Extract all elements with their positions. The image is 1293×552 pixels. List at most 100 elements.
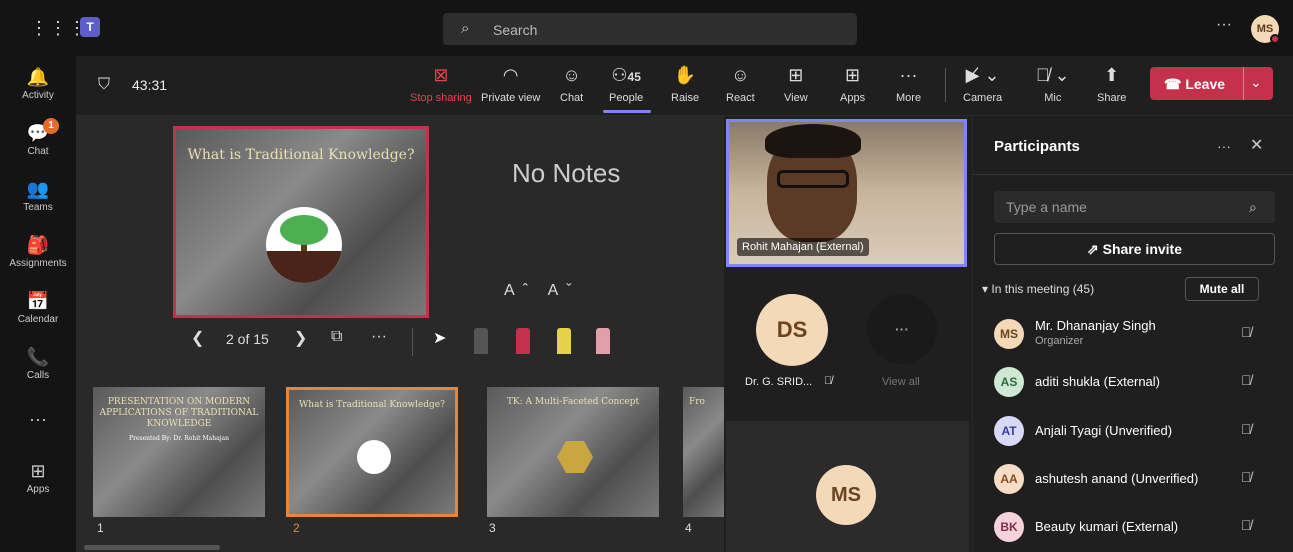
section-label: In this meeting (45): [991, 282, 1095, 296]
rail-label: Teams: [23, 202, 53, 213]
participant-avatar: BK: [994, 512, 1024, 542]
participant-avatar[interactable]: DS: [756, 294, 828, 366]
grid-icon: ⊞: [788, 65, 804, 85]
mic-off-icon[interactable]: 🎙̸: [1241, 372, 1252, 388]
rail-calls[interactable]: 📞 Calls: [0, 346, 76, 381]
participant-video-hair: [765, 124, 861, 158]
raise-hand-button[interactable]: ✋ Raise: [671, 64, 699, 104]
share-icon: ⬆: [1104, 65, 1120, 85]
font-size-controls[interactable]: Aˆ Aˇ: [504, 282, 580, 300]
rail-calendar[interactable]: 📅 Calendar: [0, 290, 76, 325]
chat-icon: ☺: [562, 65, 581, 85]
rail-chat[interactable]: 💬 1 Chat: [0, 118, 76, 157]
view-all-avatar[interactable]: ···: [867, 294, 937, 364]
tree-logo: [266, 207, 342, 283]
camera-off-icon: ▶̸ ⌄: [965, 65, 1000, 85]
control-label: Camera: [963, 92, 1003, 104]
highlighter-icon[interactable]: [557, 328, 571, 354]
title-bar: ⋮⋮⋮ T ⌕ Search ··· MS: [0, 0, 1293, 56]
participant-video-glasses: [777, 170, 849, 188]
control-label: Chat: [560, 92, 584, 104]
grid-view-icon[interactable]: ⧉: [331, 328, 342, 346]
participant-row[interactable]: MS Mr. Dhananjay Singh Organizer 🎙̸: [994, 312, 1286, 356]
more-icon: ···: [899, 65, 918, 85]
self-video-tile[interactable]: MS: [726, 421, 969, 552]
eraser-pen-icon[interactable]: [474, 328, 488, 354]
chat-icon: 💬: [26, 123, 50, 143]
camera-button[interactable]: ▶̸ ⌄ Camera: [963, 64, 1002, 104]
participant-role: Organizer: [1035, 335, 1084, 347]
participant-avatar: MS: [994, 319, 1024, 349]
slide-thumbnail[interactable]: TK: A Multi-Faceted Concept: [487, 387, 659, 517]
mute-all-button[interactable]: Mute all: [1185, 277, 1259, 301]
view-all-link[interactable]: View all: [882, 376, 920, 388]
rail-more[interactable]: ···: [0, 408, 76, 430]
smiley-icon: ☺: [731, 65, 750, 85]
share-button[interactable]: ⬆ Share: [1097, 64, 1126, 104]
user-initials: MS: [1256, 23, 1274, 35]
react-button[interactable]: ☺ React: [726, 64, 755, 104]
chat-button[interactable]: ☺ Chat: [560, 64, 583, 104]
red-pen-icon[interactable]: [516, 328, 530, 354]
search-icon: ⌕: [1249, 199, 1257, 215]
private-view-button[interactable]: ◠ Private view: [481, 64, 540, 104]
participant-row[interactable]: BK Beauty kumari (External) 🎙̸: [994, 505, 1286, 549]
stop-sharing-button[interactable]: ⊠ Stop sharing: [410, 64, 472, 104]
view-button[interactable]: ⊞ View: [784, 64, 808, 104]
shield-icon: ⛉: [98, 76, 111, 93]
participant-row[interactable]: AA ashutesh anand (Unverified) 🎙̸: [994, 457, 1286, 501]
leave-button[interactable]: ☎ Leave ⌄: [1150, 67, 1273, 100]
search-box[interactable]: ⌕ Search: [443, 13, 857, 45]
previous-slide-icon[interactable]: ❮: [191, 328, 204, 348]
stop-sharing-icon: ⊠: [433, 65, 449, 85]
thumbnail-scrollbar[interactable]: [84, 545, 220, 550]
eraser-icon[interactable]: [596, 328, 610, 354]
in-meeting-section-toggle[interactable]: ▾ In this meeting (45): [982, 282, 1094, 296]
meeting-timer: 43:31: [132, 77, 168, 93]
mic-off-icon[interactable]: 🎙̸: [1241, 421, 1252, 437]
rail-label: Calls: [26, 370, 50, 381]
eye-icon: ◠: [502, 65, 519, 85]
mic-button[interactable]: 🎙̸ ⌄ Mic: [1036, 64, 1070, 104]
rail-label: Apps: [26, 484, 50, 495]
speaker-notes: No Notes: [512, 158, 621, 188]
mic-off-icon[interactable]: 🎙̸: [1241, 324, 1252, 340]
apps-icon: ⊞: [30, 461, 46, 481]
pointer-icon[interactable]: ➤: [433, 328, 446, 348]
more-button[interactable]: ··· More: [896, 64, 921, 104]
next-slide-icon[interactable]: ❯: [294, 328, 307, 348]
slide-thumbnail-selected[interactable]: What is Traditional Knowledge?: [286, 387, 458, 517]
apps-button[interactable]: ⊞ Apps: [840, 64, 865, 104]
slide-position: 2 of 15: [226, 331, 269, 347]
mic-off-icon[interactable]: 🎙̸: [1241, 469, 1252, 485]
participant-row[interactable]: AS aditi shukla (External) 🎙̸: [994, 360, 1286, 404]
close-icon[interactable]: ✕: [1250, 135, 1263, 155]
participant-row[interactable]: AT Anjali Tyagi (Unverified) 🎙̸: [994, 409, 1286, 453]
app-launcher-icon[interactable]: ⋮⋮⋮: [30, 18, 87, 39]
people-button[interactable]: ⚇45 People: [609, 64, 643, 104]
control-label: View: [784, 92, 808, 104]
mic-off-icon: 🎙̸ ⌄: [1036, 65, 1070, 85]
thumbnail-subtitle: Presented By: Dr. Rohit Mahajan: [129, 435, 229, 442]
chevron-down-icon[interactable]: ⌄: [1250, 74, 1262, 91]
active-tab-indicator: [603, 110, 651, 113]
mic-off-icon: 🎙̸: [824, 375, 833, 387]
participant-avatar: AT: [994, 416, 1024, 446]
slide-thumbnail[interactable]: PRESENTATION ON MODERN APPLICATIONS OF T…: [93, 387, 265, 517]
caret-down-icon: ▾: [982, 282, 992, 296]
more-options-icon[interactable]: ···: [371, 328, 387, 346]
rail-teams[interactable]: 👥 Teams: [0, 178, 76, 213]
share-invite-button[interactable]: ⇗ Share invite: [994, 233, 1275, 265]
more-options-icon[interactable]: ···: [1217, 138, 1231, 154]
share-icon: ⇗: [1087, 241, 1103, 257]
rail-label: Assignments: [9, 258, 67, 269]
user-avatar[interactable]: MS: [1251, 15, 1280, 44]
more-options-icon[interactable]: ···: [1216, 16, 1232, 34]
rail-assignments[interactable]: 🎒 Assignments: [0, 234, 76, 269]
slide-thumbnail[interactable]: Fro: [683, 387, 724, 517]
rail-activity[interactable]: 🔔 Activity: [0, 66, 76, 101]
rail-apps[interactable]: ⊞ Apps: [0, 460, 76, 495]
video-tile-active-speaker[interactable]: Rohit Mahajan (External): [726, 119, 967, 267]
participant-search-input[interactable]: [994, 191, 1275, 223]
mic-off-icon[interactable]: 🎙̸: [1241, 517, 1252, 533]
